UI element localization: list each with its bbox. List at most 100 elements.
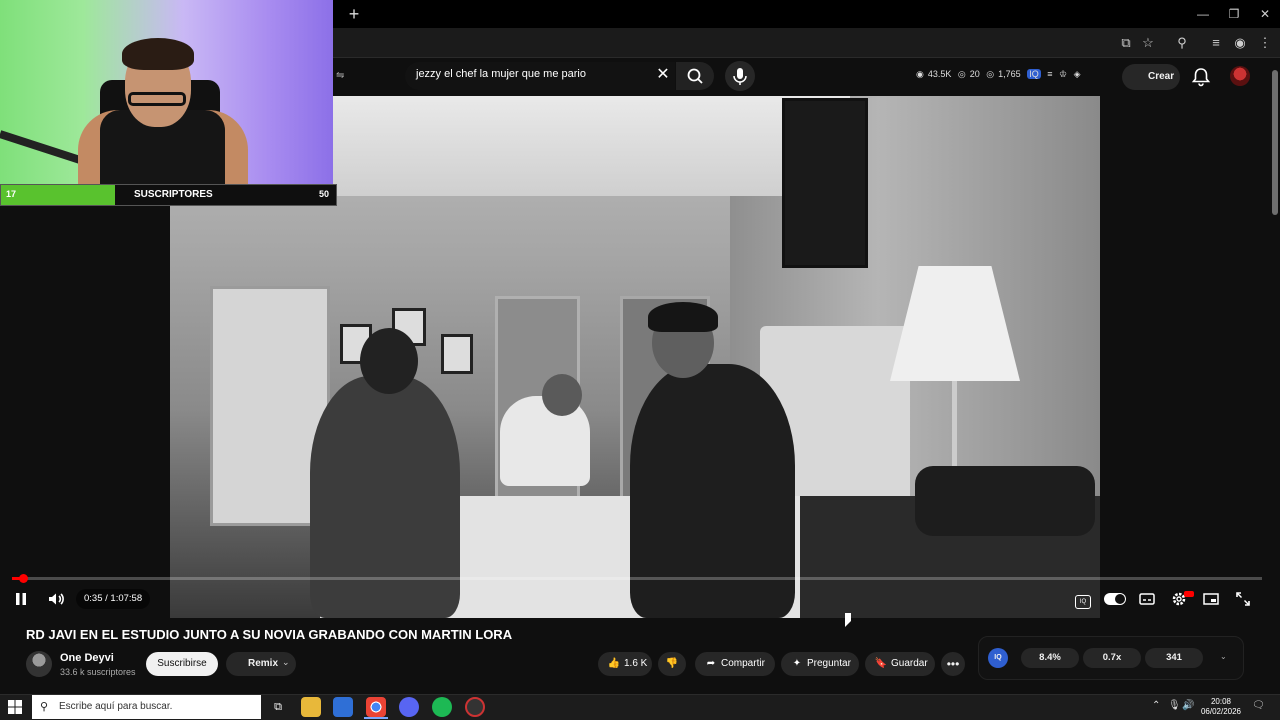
bookmark-icon: 🔖 bbox=[874, 658, 888, 669]
scene-bag bbox=[915, 466, 1095, 536]
mouse-cursor-icon bbox=[845, 613, 851, 627]
browser-menu-icon[interactable]: ⋮ bbox=[1255, 33, 1275, 53]
file-explorer-icon[interactable] bbox=[301, 697, 321, 717]
webcam-streamer-hair bbox=[122, 38, 194, 70]
share-label: Compartir bbox=[721, 658, 765, 669]
channel-name[interactable]: One Deyvi bbox=[60, 652, 114, 664]
clock-date: 06/02/2026 bbox=[1200, 707, 1242, 716]
search-button[interactable] bbox=[676, 62, 714, 90]
channel-subscriber-count: 33.6 k suscriptores bbox=[60, 667, 136, 677]
taskbar-clock[interactable]: 20:08 06/02/2026 bbox=[1196, 697, 1246, 717]
extensions-icon[interactable]: ⚲ bbox=[1172, 33, 1192, 53]
thumbs-down-icon: 👎 bbox=[665, 658, 679, 669]
like-count: 1.6 K bbox=[624, 658, 648, 669]
scene-lamp-pole bbox=[952, 381, 957, 466]
subscriber-goal-target: 50 bbox=[319, 189, 330, 199]
profile-icon[interactable]: ◉ bbox=[1230, 33, 1250, 53]
microphone-tray-icon[interactable]: 🎙 bbox=[1168, 700, 1181, 711]
scrollbar-thumb[interactable] bbox=[1272, 70, 1278, 215]
channel-avatar[interactable] bbox=[26, 651, 52, 677]
streamer-webcam bbox=[0, 0, 333, 184]
taskbar-search-placeholder: Escribe aquí para buscar. bbox=[59, 701, 173, 712]
search-icon: ⚲ bbox=[40, 701, 49, 713]
time-display: 0:35 / 1:07:58 bbox=[76, 589, 151, 609]
ask-button[interactable]: ✦ Preguntar bbox=[781, 652, 859, 676]
eye-icon: ◎ bbox=[957, 69, 966, 79]
sparkle-icon: ✦ bbox=[792, 658, 802, 669]
scene-picture-frame bbox=[441, 334, 473, 374]
dislike-button[interactable]: 👎 bbox=[658, 652, 686, 676]
share-arrow-icon: ➦ bbox=[706, 658, 716, 669]
discord-icon[interactable] bbox=[399, 697, 419, 717]
extension-toggle-icon[interactable]: ◈ bbox=[1074, 69, 1081, 79]
subscriber-goal-label: SUSCRIPTORES bbox=[134, 189, 213, 200]
stat-viewers: 20 bbox=[969, 69, 980, 79]
active-app-indicator bbox=[364, 717, 388, 719]
extension-stats: ◉ 43.5K ◎ 20 ◎ 1,765 IQ ≡ ♔ ◈ bbox=[916, 69, 1085, 80]
bookmark-star-icon[interactable]: ☆ bbox=[1138, 33, 1158, 53]
scene-person bbox=[500, 396, 590, 486]
iq-badge-icon[interactable]: IQ bbox=[1027, 69, 1041, 79]
scene-cap bbox=[648, 302, 718, 332]
subtitles-icon[interactable] bbox=[1136, 589, 1158, 609]
chevron-down-icon[interactable]: ⌄ bbox=[1220, 652, 1227, 661]
clock-time: 20:08 bbox=[1210, 697, 1232, 706]
webcam-streamer-glasses bbox=[128, 92, 186, 106]
create-button[interactable]: Crear bbox=[1122, 64, 1180, 90]
voice-search-button[interactable] bbox=[725, 61, 755, 91]
save-label: Guardar bbox=[891, 658, 928, 669]
iq-extension-icon[interactable]: IQ bbox=[1072, 589, 1094, 609]
trophy-icon[interactable]: ♔ bbox=[1059, 69, 1067, 79]
progress-bar[interactable] bbox=[12, 577, 1262, 580]
stat-watching: 1,765 bbox=[998, 69, 1021, 79]
scene-ceiling-light bbox=[330, 96, 850, 196]
thumbs-up-icon: 👍 bbox=[607, 658, 621, 669]
more-actions-button[interactable]: ••• bbox=[941, 652, 965, 676]
spotify-icon[interactable] bbox=[432, 697, 452, 717]
restore-button[interactable]: ❐ bbox=[1219, 4, 1249, 24]
scene-poster bbox=[782, 98, 868, 268]
pause-icon bbox=[16, 593, 26, 605]
fullscreen-icon[interactable] bbox=[1232, 589, 1254, 609]
scene-person-head bbox=[542, 374, 582, 416]
share-button[interactable]: ➦ Compartir bbox=[695, 652, 775, 676]
save-button[interactable]: 🔖 Guardar bbox=[865, 652, 935, 676]
eye-icon: ◎ bbox=[986, 69, 995, 79]
list-icon[interactable]: ≡ bbox=[1047, 69, 1052, 79]
like-button[interactable]: 👍 1.6 K bbox=[598, 652, 652, 676]
scene-person-head bbox=[360, 328, 418, 394]
search-icon bbox=[687, 68, 703, 84]
notifications-bell-icon[interactable] bbox=[1190, 66, 1212, 88]
minimize-button[interactable]: — bbox=[1188, 4, 1218, 24]
hd-badge bbox=[1184, 591, 1194, 597]
scene-person bbox=[310, 376, 460, 618]
clear-search-icon[interactable]: ✕ bbox=[654, 66, 672, 84]
microphone-icon bbox=[733, 68, 747, 85]
chevron-down-icon[interactable]: ⌄ bbox=[282, 657, 290, 668]
store-icon[interactable] bbox=[333, 697, 353, 717]
task-view-icon[interactable]: ⧉ bbox=[268, 697, 288, 717]
windows-start-icon[interactable] bbox=[8, 700, 22, 714]
iq-stat-count: 341 bbox=[1145, 648, 1203, 668]
media-control-icon[interactable]: ≡ bbox=[1206, 33, 1226, 53]
new-tab-button[interactable]: + bbox=[344, 4, 364, 24]
autoplay-toggle[interactable] bbox=[1104, 593, 1126, 605]
subscribe-button[interactable]: Suscribirse bbox=[146, 652, 218, 676]
account-avatar[interactable] bbox=[1230, 66, 1250, 86]
cast-icon[interactable]: ⧉ bbox=[1116, 33, 1136, 53]
more-dots-icon: ••• bbox=[946, 657, 960, 671]
iq-logo-icon[interactable]: IQ bbox=[988, 648, 1008, 668]
close-window-button[interactable]: ✕ bbox=[1250, 4, 1280, 24]
filter-icon[interactable]: ⇋ bbox=[336, 70, 344, 81]
tray-chevron-up-icon[interactable]: ⌃ bbox=[1152, 700, 1160, 711]
obs-icon[interactable] bbox=[465, 697, 485, 717]
views-icon: ◉ bbox=[916, 69, 924, 79]
miniplayer-icon[interactable] bbox=[1200, 589, 1222, 609]
chrome-icon[interactable] bbox=[366, 697, 386, 717]
video-title: RD JAVI EN EL ESTUDIO JUNTO A SU NOVIA G… bbox=[26, 627, 513, 642]
iq-stat-percent: 8.4% bbox=[1021, 648, 1079, 668]
pause-button[interactable] bbox=[10, 590, 32, 608]
notifications-icon[interactable]: 🗨 bbox=[1252, 700, 1265, 711]
speaker-tray-icon[interactable]: 🔊 bbox=[1182, 700, 1194, 711]
volume-button[interactable] bbox=[45, 590, 67, 608]
